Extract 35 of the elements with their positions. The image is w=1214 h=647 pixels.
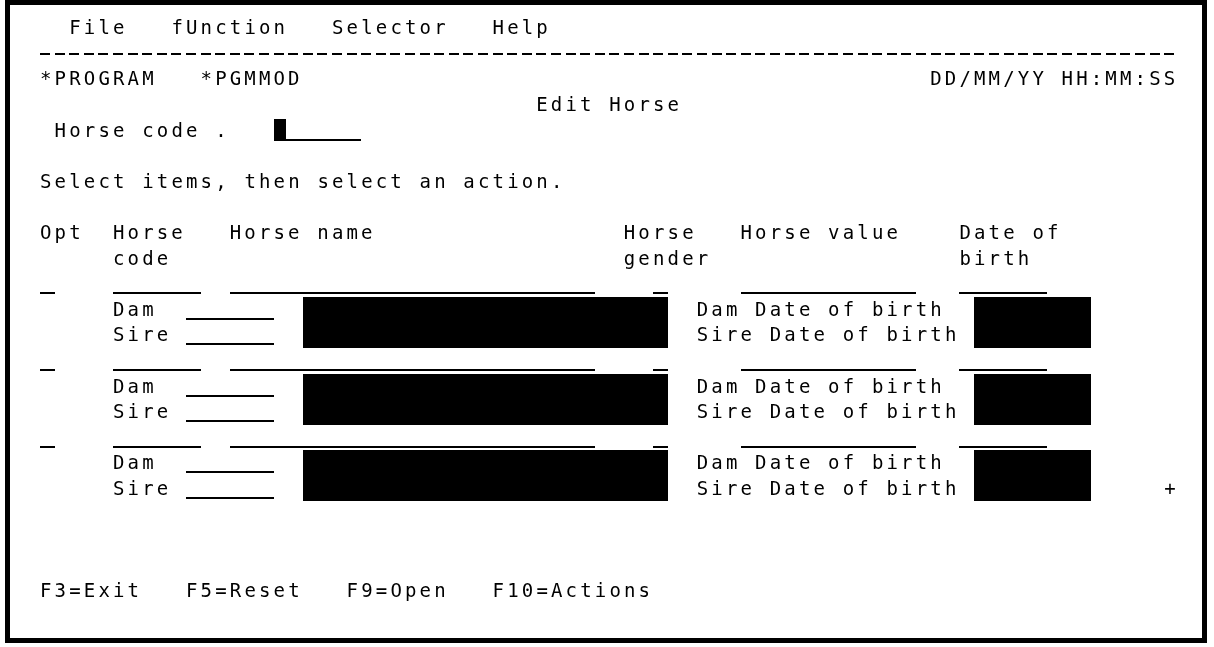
sire-label: Sire <box>112 475 172 501</box>
menu-item[interactable]: Selector <box>332 15 449 41</box>
module-name: *PGMMOD <box>200 66 303 92</box>
system-time: HH:MM:SS <box>1061 66 1179 92</box>
screen-title: Edit Horse <box>536 91 684 117</box>
program-name: *PROGRAM <box>40 66 157 92</box>
dam-label: Dam <box>112 450 158 476</box>
column-header: Horse value <box>740 219 903 245</box>
instruction-text: Select items, then select an action. <box>40 168 566 194</box>
system-date: DD/MM/YY <box>930 66 1047 92</box>
dam-birth-date-label: Dam Date of birth <box>696 373 946 399</box>
column-header: Opt <box>40 219 84 245</box>
more-indicator: + <box>1164 475 1179 501</box>
column-header: Horse gender <box>623 219 713 271</box>
sire-label: Sire <box>112 322 172 348</box>
menu-item[interactable]: Help <box>492 15 551 41</box>
column-header: Date of birth <box>959 219 1063 271</box>
function-key-hint: F9=Open <box>346 578 449 604</box>
menu-item[interactable]: File <box>69 15 128 41</box>
menu-item[interactable]: fUnction <box>171 15 289 41</box>
function-key-hint: F10=Actions <box>492 578 654 604</box>
field-label: Horse code . <box>54 117 231 143</box>
sire-birth-date-label: Sire Date of birth <box>696 475 960 501</box>
dam-birth-date-label: Dam Date of birth <box>696 296 946 322</box>
sire-birth-date-label: Sire Date of birth <box>696 322 960 348</box>
horse-code-field[interactable] <box>273 118 362 141</box>
dam-birth-date-label: Dam Date of birth <box>696 450 946 476</box>
dam-label: Dam <box>112 373 158 399</box>
dam-label: Dam <box>112 296 158 322</box>
column-header: Horse code <box>112 219 187 271</box>
function-key-hint: F5=Reset <box>186 578 303 604</box>
function-key-hint: F3=Exit <box>40 578 143 604</box>
sire-label: Sire <box>112 399 172 425</box>
sire-birth-date-label: Sire Date of birth <box>696 399 960 425</box>
column-header: Horse name <box>229 219 377 245</box>
